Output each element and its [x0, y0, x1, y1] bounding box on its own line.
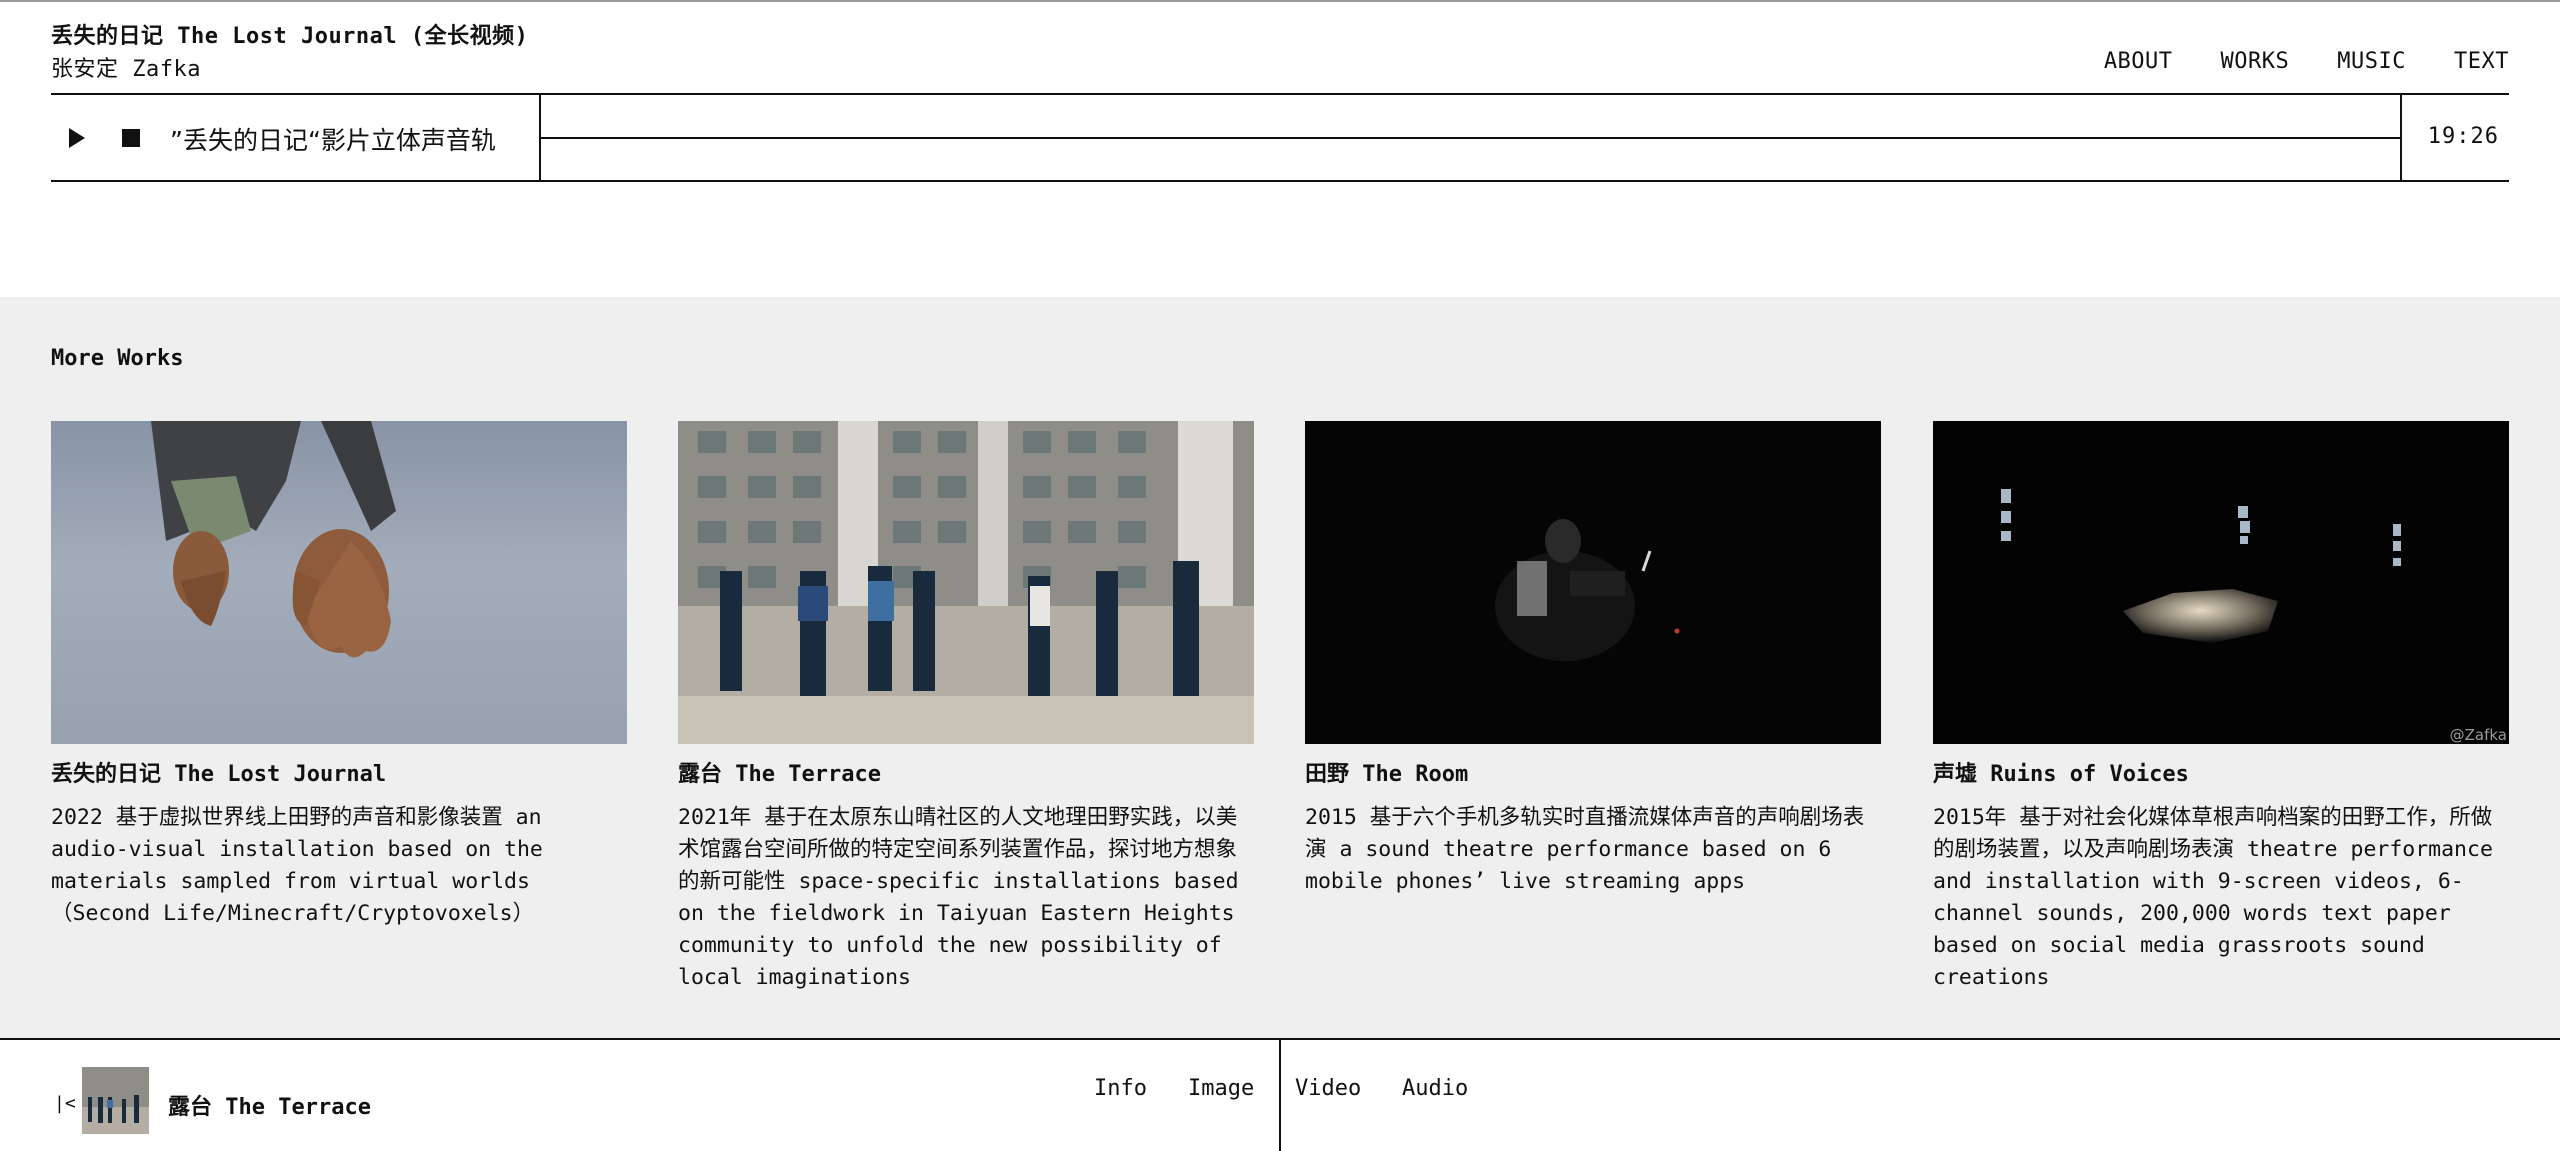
work-thumbnail[interactable]: [51, 421, 627, 744]
terrace-mini-photo: [82, 1067, 149, 1134]
work-card-lost-journal[interactable]: 丢失的日记 The Lost Journal 2022 基于虚拟世界线上田野的声…: [51, 421, 627, 930]
nav-text[interactable]: TEXT: [2454, 49, 2509, 74]
tab-audio[interactable]: Audio: [1402, 1076, 1468, 1101]
tab-image[interactable]: Image: [1188, 1076, 1254, 1101]
work-thumbnail[interactable]: [678, 421, 1254, 744]
progress-track: [541, 137, 2400, 139]
work-card-room[interactable]: 田野 The Room 2015 基于六个手机多轨实时直播流媒体声音的声响剧场表…: [1305, 421, 1881, 898]
watermark: @Zafka: [2449, 726, 2507, 744]
play-icon[interactable]: [69, 128, 85, 148]
current-work-thumbnail[interactable]: [82, 1067, 149, 1134]
tab-divider: [1279, 1040, 1281, 1151]
site-header: 丢失的日记 The Lost Journal (全长视频) 张安定 Zafka …: [51, 0, 2509, 95]
work-title[interactable]: 声墟 Ruins of Voices: [1933, 756, 2509, 788]
work-description: 2015年 基于对社会化媒体草根声响档案的田野工作，所做的剧场装置，以及声响剧场…: [1933, 805, 2493, 990]
work-card-terrace[interactable]: 露台 The Terrace 2021年 基于在太原东山晴社区的人文地理田野实践…: [678, 421, 1254, 994]
work-info-bar: |< 露台 The Terrace Info Image Video Audio: [0, 1038, 2560, 1151]
track-duration: 19:26: [2427, 124, 2499, 149]
ruins-photo: [2001, 489, 2401, 643]
work-title[interactable]: 露台 The Terrace: [678, 756, 1254, 788]
page-title: 丢失的日记 The Lost Journal (全长视频): [51, 24, 529, 49]
section-heading: More Works: [51, 346, 184, 371]
work-thumbnail[interactable]: @Zafka: [1933, 421, 2509, 744]
nav-works[interactable]: WORKS: [2221, 49, 2290, 74]
current-work-title: 露台 The Terrace: [168, 1095, 371, 1120]
main-nav: ABOUT WORKS MUSIC TEXT: [2056, 49, 2509, 74]
more-works-section: More Works 丢失的日记 The Lost Journal 2022 基…: [0, 297, 2560, 1038]
progress-bar[interactable]: [539, 95, 2402, 182]
back-to-start-icon[interactable]: |<: [54, 1093, 76, 1114]
nav-music[interactable]: MUSIC: [2337, 49, 2406, 74]
work-description: 2015 基于六个手机多轨实时直播流媒体声音的声响剧场表演 a sound th…: [1305, 805, 1865, 894]
work-card-ruins[interactable]: @Zafka 声墟 Ruins of Voices 2015年 基于对社会化媒体…: [1933, 421, 2509, 994]
stop-icon[interactable]: [122, 129, 140, 147]
terrace-photo: [678, 421, 1254, 744]
work-title[interactable]: 田野 The Room: [1305, 756, 1881, 788]
audio-player: ”丢失的日记“影片立体声音轨 19:26: [51, 95, 2509, 182]
tab-video[interactable]: Video: [1295, 1076, 1361, 1101]
work-description: 2021年 基于在太原东山晴社区的人文地理田野实践，以美术馆露台空间所做的特定空…: [678, 805, 1239, 990]
tab-info[interactable]: Info: [1094, 1076, 1147, 1101]
work-thumbnail[interactable]: [1305, 421, 1881, 744]
track-title: ”丢失的日记“影片立体声音轨: [170, 126, 496, 155]
hands-illustration: [151, 421, 396, 658]
room-photo: [1495, 519, 1680, 661]
nav-about[interactable]: ABOUT: [2104, 49, 2173, 74]
page-author: 张安定 Zafka: [51, 57, 201, 82]
work-description: 2022 基于虚拟世界线上田野的声音和影像装置 an audio-visual …: [51, 805, 543, 926]
work-title[interactable]: 丢失的日记 The Lost Journal: [51, 756, 627, 788]
